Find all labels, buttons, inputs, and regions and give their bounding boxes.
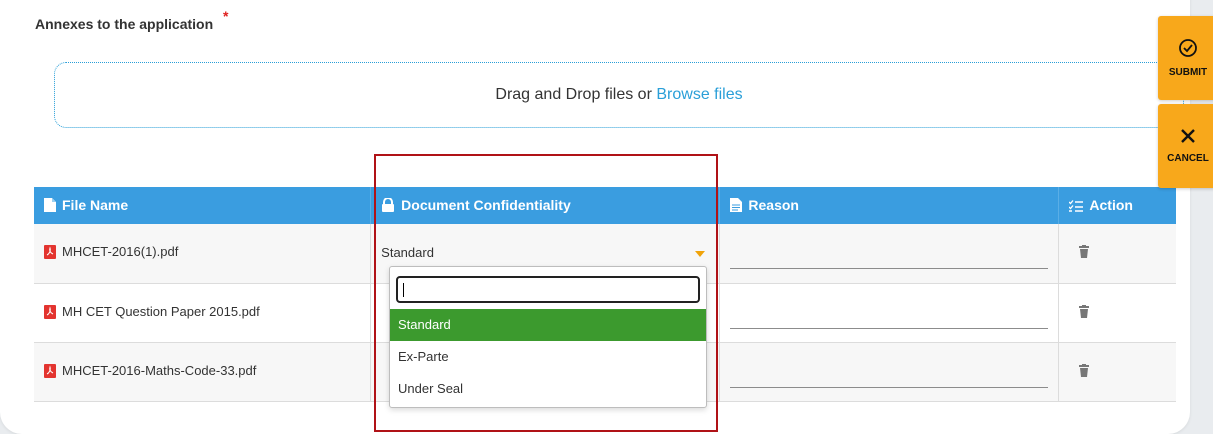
pdf-icon [44, 245, 56, 262]
submit-label: SUBMIT [1168, 67, 1208, 78]
trash-icon[interactable] [1079, 363, 1090, 380]
header-action: Action [1058, 187, 1176, 224]
reason-input[interactable] [730, 366, 1049, 388]
text-cursor [403, 283, 404, 297]
table-header-row: File Name Document Confidentiality Reaso… [34, 187, 1176, 224]
option-ex-parte[interactable]: Ex-Parte [390, 341, 706, 373]
reason-input[interactable] [730, 247, 1049, 270]
reason-input[interactable] [730, 307, 1049, 329]
file-name-cell: MHCET-2016(1).pdf [34, 224, 371, 284]
confidentiality-select[interactable]: Standard [381, 238, 709, 268]
document-icon [730, 197, 743, 215]
file-icon [44, 197, 56, 215]
check-circle-icon [1178, 38, 1198, 61]
file-name-cell: MH CET Question Paper 2015.pdf [34, 283, 371, 343]
reason-cell [719, 283, 1059, 343]
trash-icon[interactable] [1079, 304, 1090, 321]
file-name-cell: MHCET-2016-Maths-Code-33.pdf [34, 342, 371, 402]
browse-files-link[interactable]: Browse files [656, 86, 742, 104]
reason-cell [719, 342, 1059, 402]
dropdown-search-input[interactable] [396, 276, 700, 303]
reason-cell [719, 224, 1059, 284]
file-dropzone[interactable]: Drag and Drop files or Browse files [54, 62, 1184, 128]
submit-button[interactable]: SUBMIT [1158, 16, 1213, 100]
action-cell [1058, 224, 1176, 284]
option-under-seal[interactable]: Under Seal [390, 373, 706, 405]
list-check-icon [1068, 199, 1084, 215]
option-standard[interactable]: Standard [390, 309, 706, 341]
cancel-button[interactable]: CANCEL [1158, 104, 1213, 188]
close-icon [1180, 128, 1196, 147]
lock-icon [381, 196, 395, 215]
header-reason: Reason [719, 187, 1059, 224]
pdf-icon [44, 304, 56, 322]
section-title: Annexes to the application [35, 16, 214, 32]
header-file-name: File Name [34, 187, 371, 224]
cancel-label: CANCEL [1167, 153, 1209, 164]
confidentiality-dropdown: Standard Ex-Parte Under Seal [389, 266, 707, 408]
trash-icon[interactable] [1079, 245, 1090, 261]
pdf-icon [44, 363, 56, 381]
action-cell [1058, 283, 1176, 343]
header-confidentiality: Document Confidentiality [370, 187, 720, 224]
required-asterisk: * [223, 8, 229, 24]
action-cell [1058, 342, 1176, 402]
dropdown-caret-icon[interactable] [695, 251, 706, 258]
dropzone-text: Drag and Drop files or [495, 86, 652, 103]
